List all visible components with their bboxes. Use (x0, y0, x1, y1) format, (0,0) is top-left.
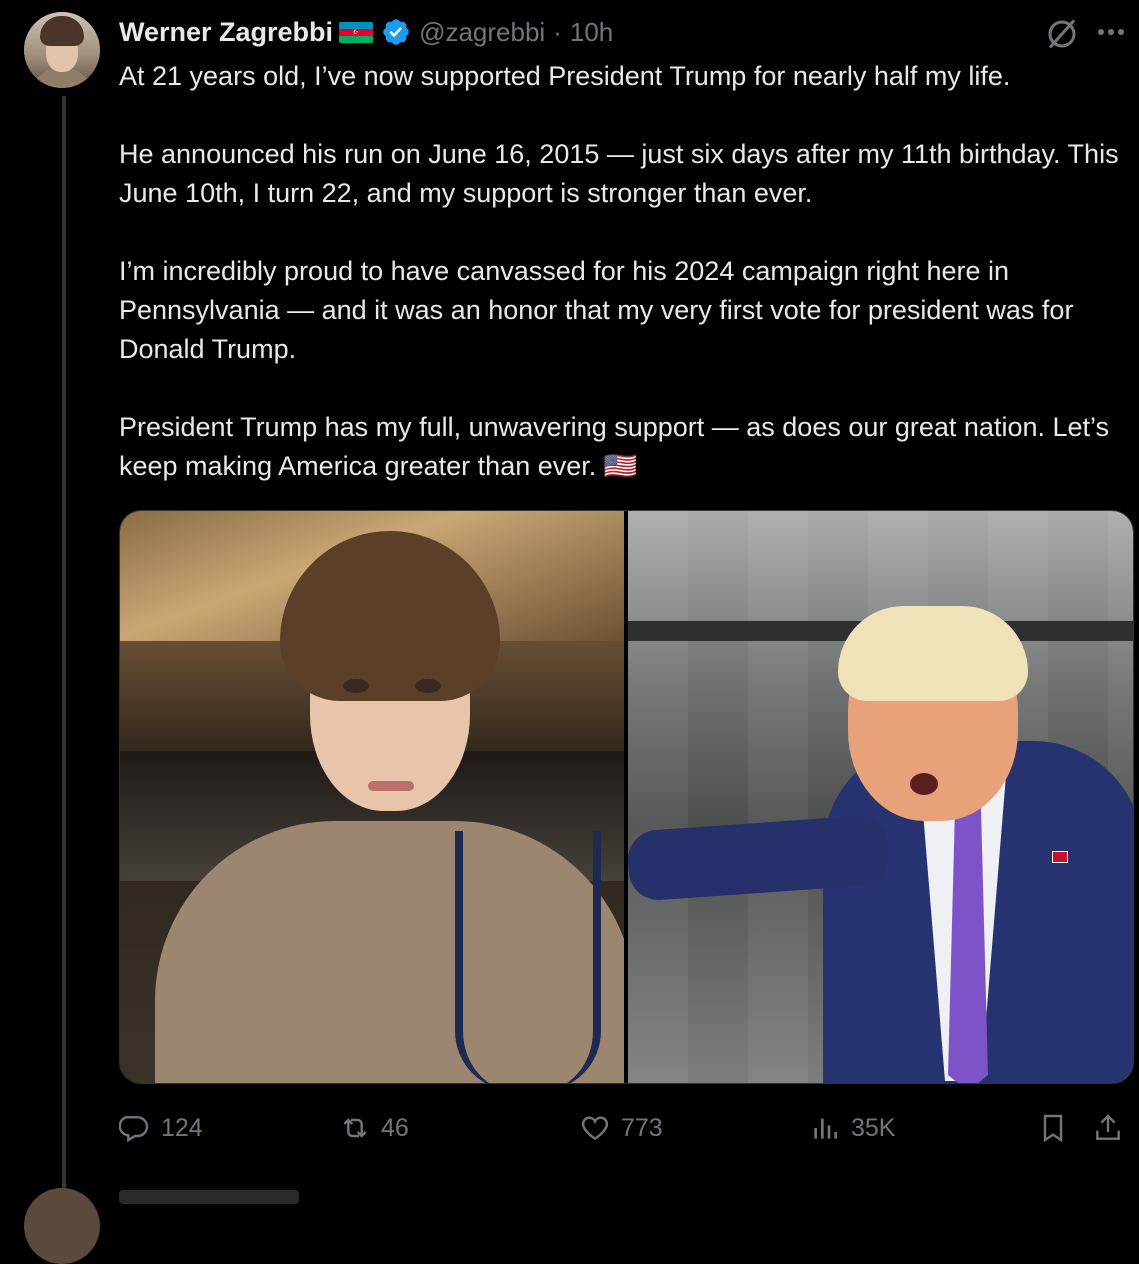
like-button[interactable]: 773 (579, 1106, 663, 1150)
photo-selfie[interactable] (120, 511, 624, 1083)
view-count: 35K (851, 1113, 896, 1142)
share-button[interactable] (1092, 1106, 1124, 1150)
reply-count: 124 (161, 1113, 203, 1142)
like-count: 773 (621, 1113, 663, 1142)
photo-trump[interactable] (628, 511, 1133, 1083)
bookmark-button[interactable] (1037, 1106, 1069, 1150)
repost-button[interactable]: 46 (339, 1106, 409, 1150)
share-icon (1096, 1114, 1120, 1140)
views-button[interactable]: 35K (809, 1106, 895, 1150)
bookmark-icon (1043, 1114, 1063, 1143)
author-handle[interactable]: @zagrebbi (419, 17, 545, 48)
analytics-icon (814, 1118, 837, 1139)
tweet-header: Werner Zagrebbi ☪ @zagrebbi · 10h (119, 14, 613, 50)
tweet-text: At 21 years old, I’ve now supported Pres… (119, 61, 1119, 481)
repost-count: 46 (381, 1113, 409, 1142)
next-tweet-avatar[interactable] (24, 1188, 100, 1264)
thread-line (62, 96, 66, 1200)
grok-icon[interactable] (1044, 16, 1080, 52)
media-grid (119, 510, 1134, 1084)
heart-icon (581, 1116, 609, 1141)
repost-icon (343, 1118, 367, 1138)
azerbaijan-flag-icon: ☪ (339, 21, 374, 43)
separator-dot: · (553, 16, 562, 47)
post-time[interactable]: 10h (570, 17, 613, 48)
action-bar: 124 46 773 35K (119, 1106, 1132, 1150)
verified-badge-icon (383, 19, 409, 45)
next-tweet-header (119, 1190, 299, 1204)
author-name[interactable]: Werner Zagrebbi (119, 17, 333, 48)
author-avatar[interactable] (24, 12, 100, 88)
more-options-icon[interactable] (1098, 20, 1132, 44)
reply-button[interactable]: 124 (119, 1106, 203, 1150)
reply-icon (119, 1116, 149, 1143)
